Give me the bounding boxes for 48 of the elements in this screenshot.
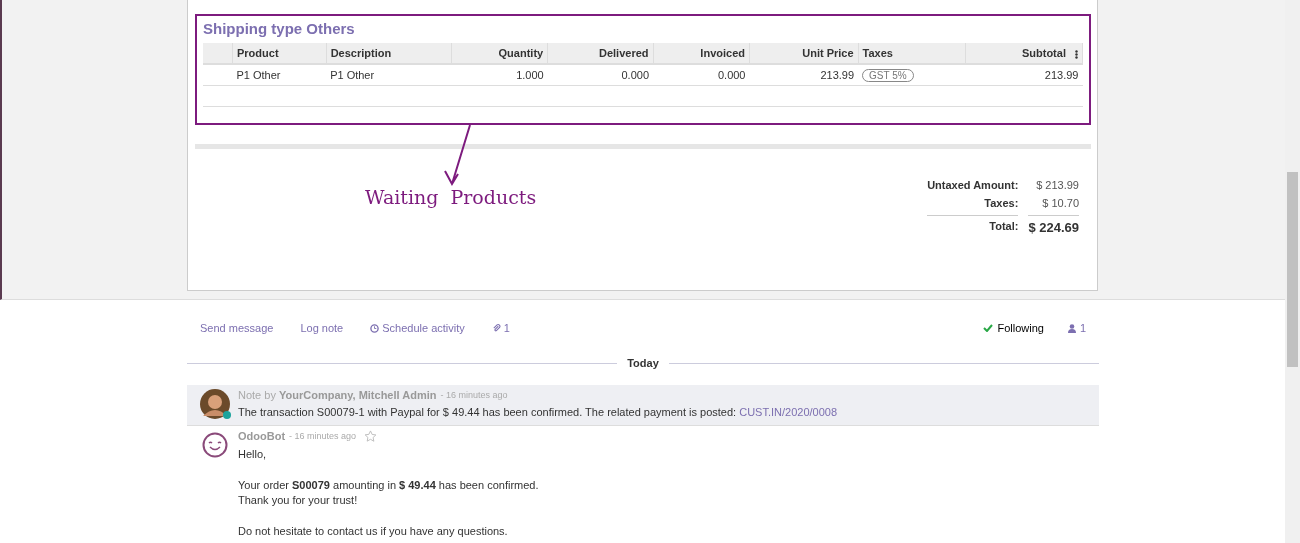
paperclip-icon [491,323,501,333]
annotation-label: Waiting Products [365,186,537,208]
table-cell: 0.000 [547,64,653,86]
column-header: Invoiced [653,43,750,64]
total-value: $ 224.69 [1028,215,1079,235]
total-value: $ 213.99 [1035,179,1079,191]
date-separator: Today [627,357,659,369]
message-author: Note by YourCompany, Mitchell Admin [238,389,437,401]
column-header: Delivered [547,43,653,64]
message-author: OdooBot [238,430,286,442]
total-label: Untaxed Amount: [927,179,1019,191]
message-text: Do not hesitate to contact us if you have any questions. [238,524,509,539]
avatar [200,389,230,419]
payment-link[interactable]: CUST.IN/2020/0008 [739,406,838,418]
column-header: Quantity [451,43,548,64]
star-icon[interactable] [364,429,378,443]
total-label: Total: [927,215,1019,235]
following-button[interactable]: Following [983,322,1044,334]
column-header: Product [232,43,327,64]
message-text: Thank you for your trust! [238,493,359,508]
followers-button[interactable]: 1 [1067,322,1086,334]
chatter-action[interactable]: Schedule activity [370,322,465,334]
section-title: Shipping type Others [203,20,356,37]
kebab-menu-icon[interactable] [1075,49,1078,59]
chatter-action[interactable]: Log note [300,322,344,334]
message-text: Hello, [238,446,268,462]
column-header: Description [326,43,452,64]
chatter-action[interactable]: 1 [491,322,510,334]
table-cell: P1 Other [326,64,452,86]
message-text: The transaction S00079-1 with Paypal for $ 49.44 has been confirmed. The related payment is posted: CUST.IN/2020/0008 [238,405,838,420]
message-time: - 16 minutes ago [289,431,357,441]
clock-icon [370,323,380,333]
column-header: Taxes [858,43,966,64]
column-header: Subtotal [965,43,1083,64]
total-value: $ 10.70 [1041,197,1079,209]
smiley-icon [202,431,228,458]
total-label: Taxes: [983,197,1019,209]
message-time: - 16 minutes ago [440,390,508,400]
table-cell: 0.000 [653,64,750,86]
column-header: Unit Price [749,43,859,64]
table-cell: 213.99 [749,64,859,86]
person-icon [1067,323,1076,333]
chatter-action[interactable]: Send message [200,322,274,334]
check-icon [983,324,994,332]
table-cell: 1.000 [451,64,548,86]
table-cell: 213.99 [965,64,1083,86]
table-cell: P1 Other [232,64,327,86]
message-text: Your order S00079 amounting in $ 49.44 has been confirmed. [238,477,539,493]
